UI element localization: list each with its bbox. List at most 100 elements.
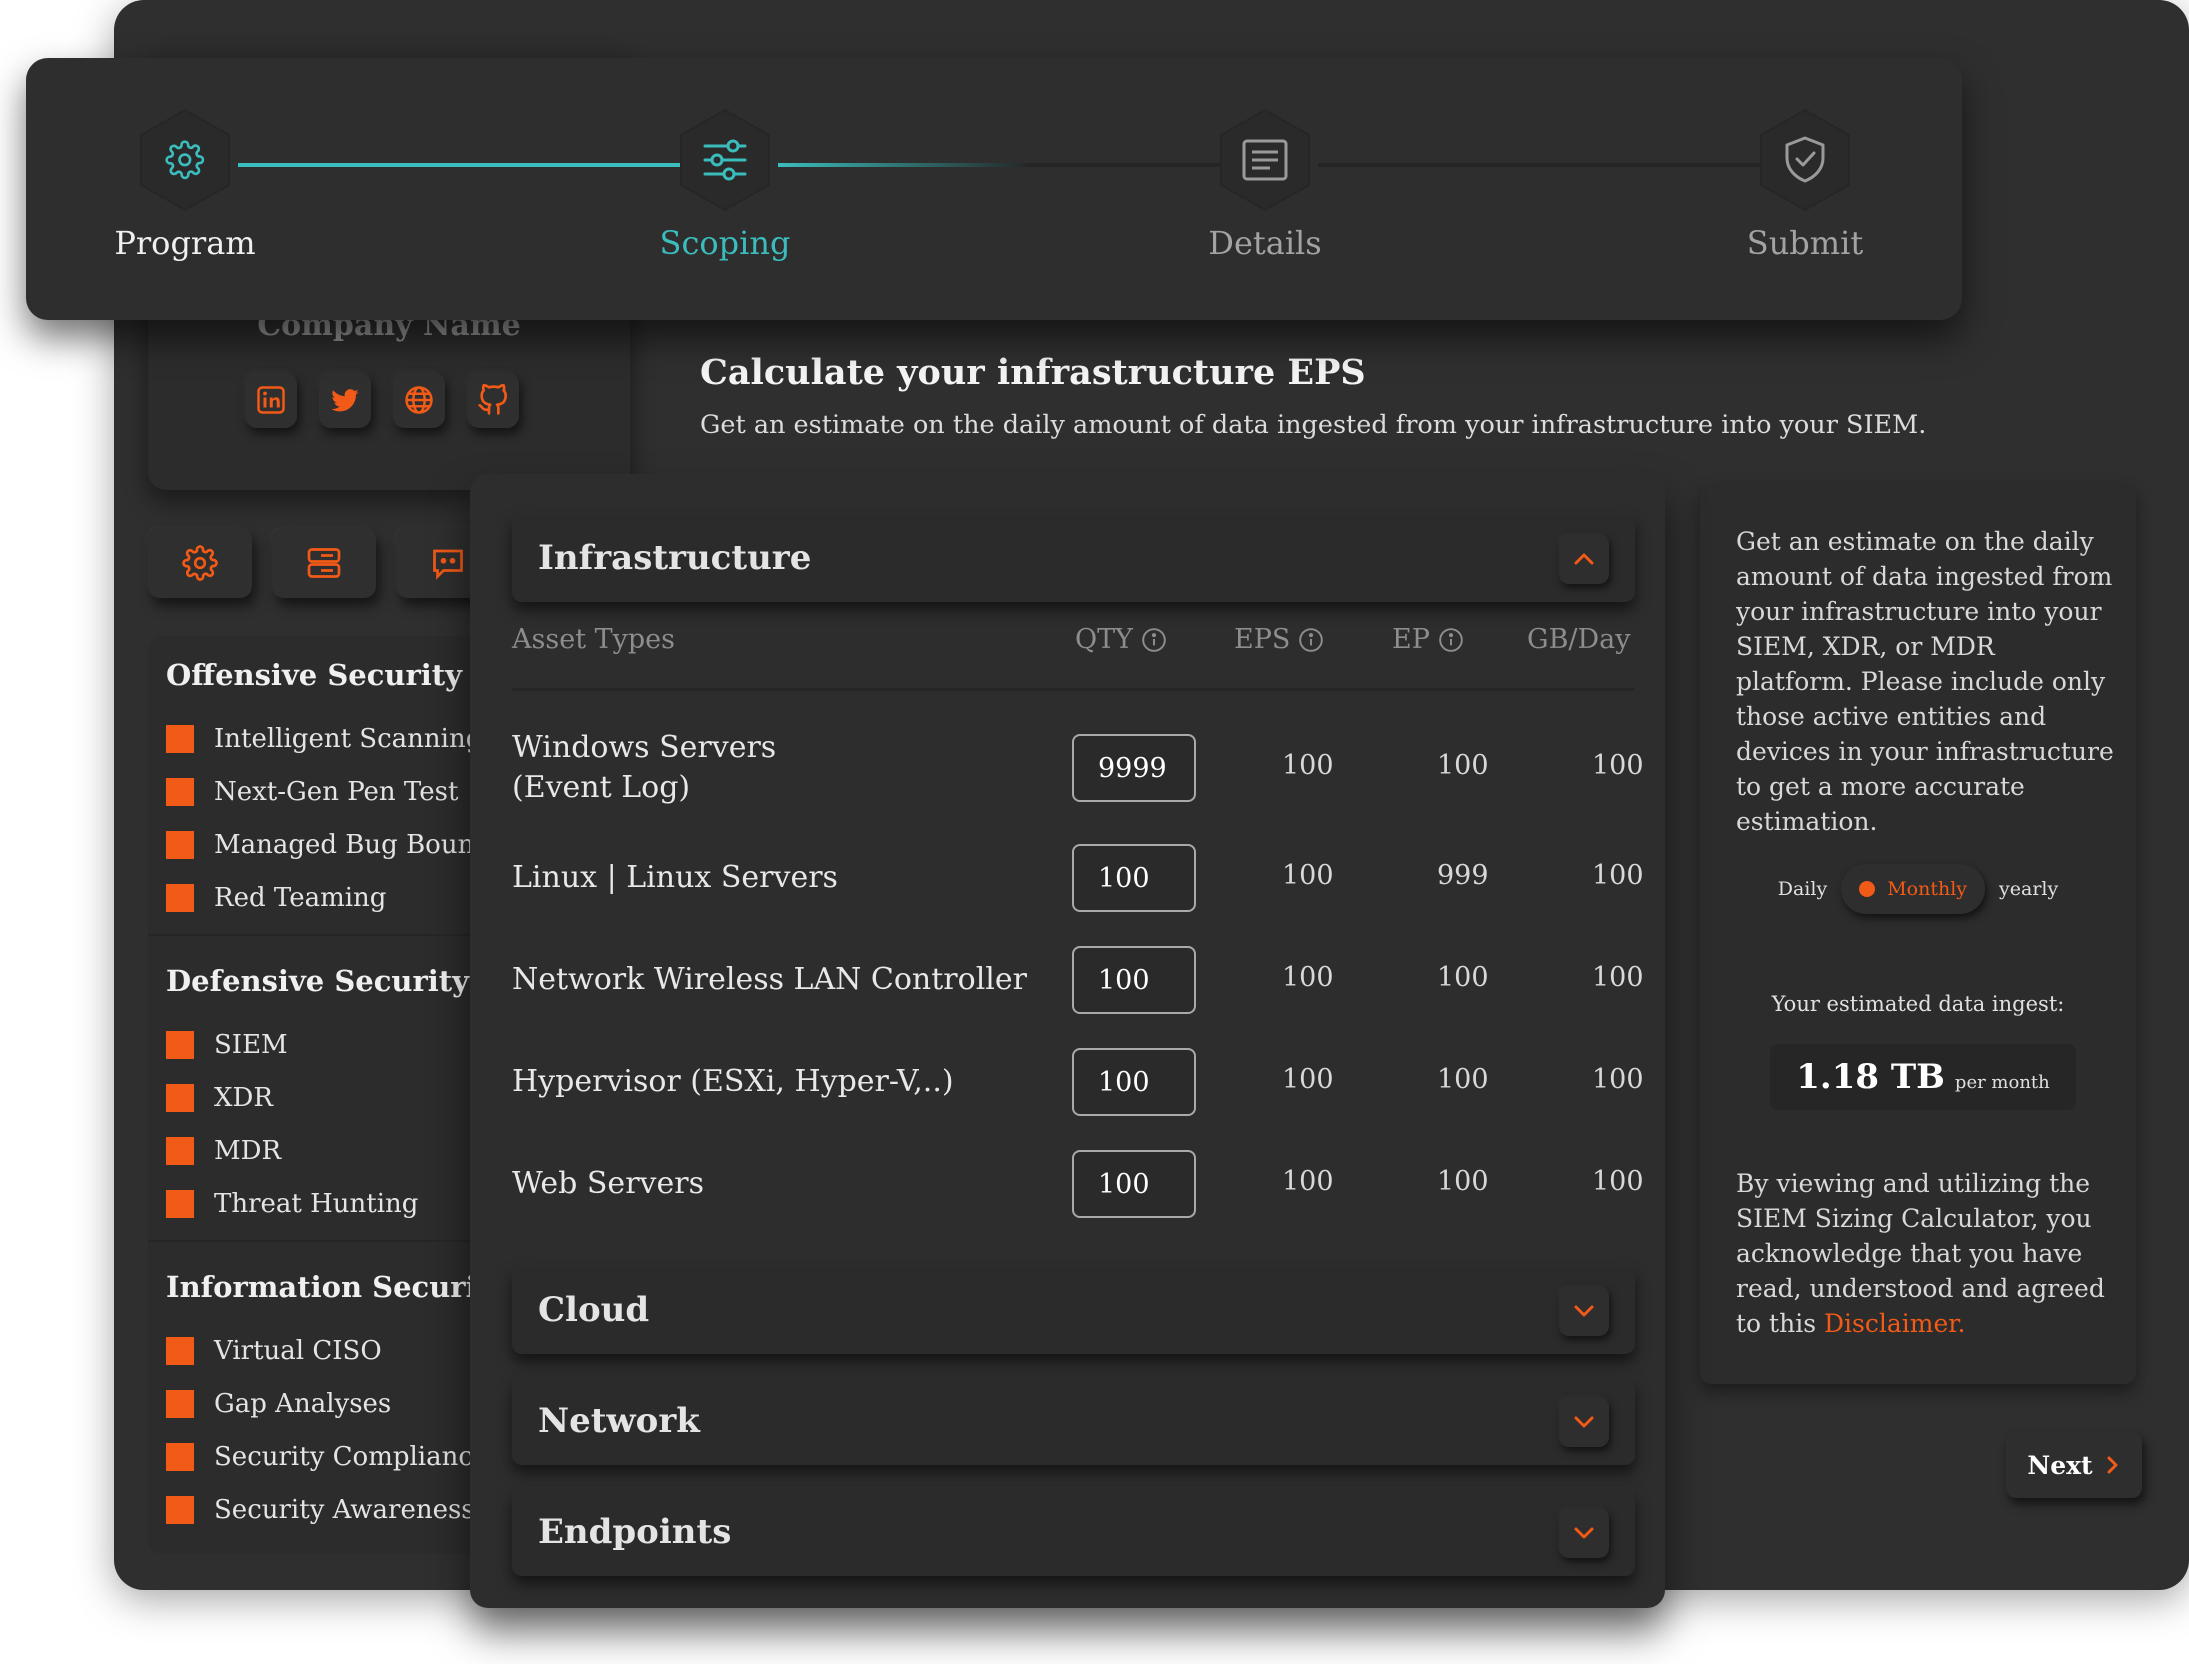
menu-item-label: Managed Bug Bounty: [214, 829, 500, 860]
ingest-result: 1.18 TB per month: [1770, 1044, 2076, 1110]
qty-input[interactable]: [1072, 946, 1196, 1014]
menu-item-managed-bug-bounty[interactable]: Managed Bug Bounty: [166, 818, 499, 871]
step-scoping[interactable]: Scoping: [625, 108, 825, 262]
column-header-label: EP: [1392, 624, 1430, 655]
column-header-label: Asset Types: [512, 624, 676, 655]
menu-item-mdr[interactable]: MDR: [166, 1124, 469, 1177]
bullet-square: [166, 777, 194, 806]
step-hexagon: [140, 108, 230, 212]
bullet-square: [166, 1083, 194, 1112]
progress-stepper: Program Scoping Details Submit: [26, 58, 1962, 320]
social-links: [245, 372, 519, 428]
column-header-label: EPS: [1234, 624, 1291, 655]
ep-value: 100: [1437, 962, 1489, 993]
gb-value: 100: [1592, 750, 1644, 781]
expand-button[interactable]: [1559, 1397, 1609, 1447]
menu-item-gap-analyses[interactable]: Gap Analyses: [166, 1377, 507, 1430]
info-panel: Get an estimate on the daily amount of d…: [1700, 484, 2136, 1384]
menu-item-security-awareness[interactable]: Security Awareness: [166, 1483, 507, 1536]
bullet-square: [166, 724, 194, 753]
qty-input[interactable]: [1072, 1150, 1196, 1218]
gb-value: 100: [1592, 860, 1644, 891]
bullet-square: [166, 883, 194, 912]
accordion-title: Network: [538, 1401, 700, 1441]
period-selector: Daily Monthly yearly: [1700, 864, 2136, 914]
eps-value: 100: [1282, 860, 1334, 891]
table-header: Asset Types QTY EPS EP GB/Day: [512, 624, 1635, 684]
accordion-network[interactable]: Network: [512, 1377, 1635, 1465]
info-icon[interactable]: [1298, 627, 1324, 653]
menu-item-label: Security Awareness: [214, 1494, 475, 1525]
info-text: Get an estimate on the daily amount of d…: [1736, 527, 2114, 836]
menu-item-label: Red Teaming: [214, 882, 387, 913]
step-submit[interactable]: Submit: [1705, 108, 1905, 262]
twitter-icon[interactable]: [319, 372, 371, 428]
next-button[interactable]: Next: [2006, 1432, 2142, 1498]
collapse-button[interactable]: [1559, 534, 1609, 584]
asset-type-label: Network Wireless LAN Controller: [512, 962, 1027, 997]
menu-item-red-teaming[interactable]: Red Teaming: [166, 871, 499, 924]
menu-group-defensive: Defensive Security SIEM XDR MDR Threat H…: [166, 964, 469, 1230]
menu-item-threat-hunting[interactable]: Threat Hunting: [166, 1177, 469, 1230]
bullet-square: [166, 1030, 194, 1059]
menu-item-label: Gap Analyses: [214, 1388, 392, 1419]
menu-item-security-compliance[interactable]: Security Compliance: [166, 1430, 507, 1483]
menu-item-label: XDR: [214, 1082, 273, 1113]
chevron-down-icon: [1574, 1416, 1594, 1428]
step-label: Scoping: [659, 224, 791, 262]
period-yearly[interactable]: yearly: [1999, 878, 2058, 900]
linkedin-icon[interactable]: [245, 372, 297, 428]
asset-type-label: Windows Servers (Event Log): [512, 728, 776, 808]
asset-type-label: Linux | Linux Servers: [512, 860, 838, 895]
qty-input[interactable]: [1072, 734, 1196, 802]
accordion-infrastructure[interactable]: Infrastructure: [512, 514, 1635, 602]
menu-item-intelligent-scanning[interactable]: Intelligent Scanning: [166, 712, 499, 765]
menu-group-title: Offensive Security: [166, 658, 463, 692]
quick-actions: [148, 528, 500, 598]
chevron-down-icon: [1574, 1305, 1594, 1317]
column-header-label: QTY: [1075, 624, 1133, 655]
bullet-square: [166, 830, 194, 859]
menu-item-virtual-ciso[interactable]: Virtual CISO: [166, 1324, 507, 1377]
menu-item-label: SIEM: [214, 1029, 288, 1060]
asset-type-label: Hypervisor (ESXi, Hyper-V,..): [512, 1064, 954, 1099]
qty-input[interactable]: [1072, 844, 1196, 912]
accordion-cloud[interactable]: Cloud: [512, 1266, 1635, 1354]
ep-value: 100: [1437, 1064, 1489, 1095]
calculator-card: Infrastructure Asset Types QTY EPS EP GB…: [470, 474, 1665, 1608]
info-icon[interactable]: [1438, 627, 1464, 653]
expand-button[interactable]: [1559, 1508, 1609, 1558]
bullet-square: [166, 1189, 194, 1218]
asset-type-label: Web Servers: [512, 1166, 704, 1201]
menu-item-siem[interactable]: SIEM: [166, 1018, 469, 1071]
globe-icon[interactable]: [393, 372, 445, 428]
menu-group-title: Defensive Security: [166, 964, 470, 998]
accordion-title: Endpoints: [538, 1512, 732, 1552]
ingest-value: 1.18 TB: [1796, 1057, 1945, 1097]
eps-value: 100: [1282, 1064, 1334, 1095]
bullet-square: [166, 1495, 194, 1524]
column-header-eps: EPS: [1234, 624, 1324, 655]
expand-button[interactable]: [1559, 1286, 1609, 1336]
menu-item-label: Next-Gen Pen Test: [214, 776, 459, 807]
menu-item-xdr[interactable]: XDR: [166, 1071, 469, 1124]
disclaimer-text: By viewing and utilizing the SIEM Sizing…: [1736, 1166, 2116, 1341]
sliders-icon: [703, 139, 747, 181]
column-header-label: GB/Day: [1527, 624, 1631, 655]
period-daily[interactable]: Daily: [1778, 878, 1827, 900]
ep-value: 100: [1437, 750, 1489, 781]
server-icon[interactable]: [272, 528, 376, 598]
gb-value: 100: [1592, 1064, 1644, 1095]
period-monthly[interactable]: Monthly: [1841, 864, 1986, 914]
accordion-title: Infrastructure: [538, 538, 812, 578]
menu-item-next-gen-pen-test[interactable]: Next-Gen Pen Test: [166, 765, 499, 818]
info-icon[interactable]: [1141, 627, 1167, 653]
step-program[interactable]: Program: [85, 108, 285, 262]
github-icon[interactable]: [467, 372, 519, 428]
accordion-endpoints[interactable]: Endpoints: [512, 1488, 1635, 1576]
qty-input[interactable]: [1072, 1048, 1196, 1116]
menu-group-information: Information Security Virtual CISO Gap An…: [166, 1270, 507, 1536]
gear-icon[interactable]: [148, 528, 252, 598]
disclaimer-link[interactable]: Disclaimer.: [1824, 1309, 1965, 1338]
step-details[interactable]: Details: [1165, 108, 1365, 262]
